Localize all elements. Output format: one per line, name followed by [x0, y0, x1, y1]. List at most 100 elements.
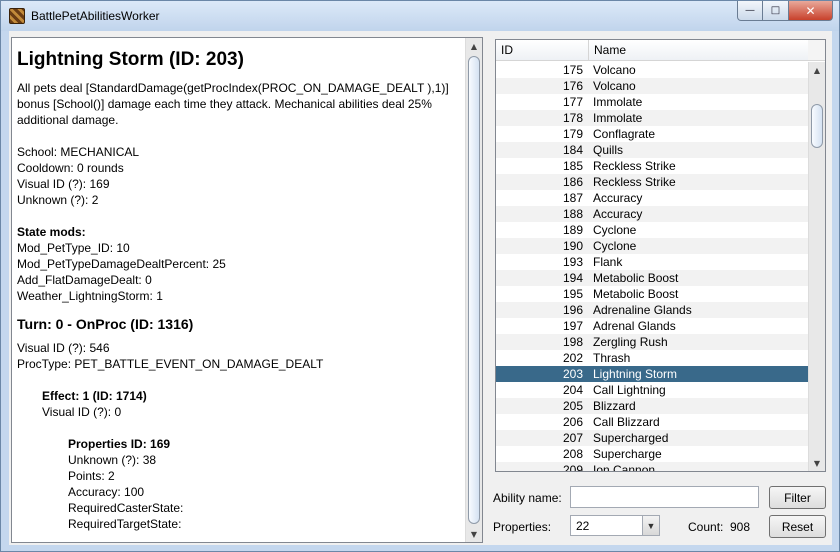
- table-scrollbar[interactable]: ▲ ▼: [808, 62, 825, 471]
- cell-name: Cyclone: [593, 223, 637, 237]
- cell-name: Conflagrate: [593, 127, 656, 141]
- cell-id: 208: [562, 447, 583, 461]
- filter-button[interactable]: Filter: [769, 486, 826, 509]
- property-item: Unknown (?): 38: [68, 453, 157, 467]
- table-row[interactable]: 185 Reckless Strike: [496, 158, 810, 174]
- cell-name: Cyclone: [593, 239, 637, 253]
- cell-id: 185: [562, 159, 583, 173]
- table-row[interactable]: 197 Adrenal Glands: [496, 318, 810, 334]
- cell-name: Ion Cannon: [593, 463, 656, 472]
- effect-heading: Effect: 1 (ID: 1714): [42, 389, 147, 403]
- cell-id: 193: [562, 255, 583, 269]
- table-row[interactable]: 186 Reckless Strike: [496, 174, 810, 190]
- cell-name: Adrenal Glands: [593, 319, 676, 333]
- table-row[interactable]: 188 Accuracy: [496, 206, 810, 222]
- ability-name-label: Ability name:: [493, 491, 562, 505]
- turn-visual-id-text: Visual ID (?): 546: [17, 341, 110, 355]
- table-row[interactable]: 176 Volcano: [496, 78, 810, 94]
- table-row[interactable]: 207 Supercharged: [496, 430, 810, 446]
- table-row[interactable]: 209 Ion Cannon: [496, 462, 810, 472]
- table-row[interactable]: 202 Thrash: [496, 350, 810, 366]
- ability-description-pane[interactable]: Lightning Storm (ID: 203) All pets deal …: [11, 37, 483, 543]
- cell-id: 203: [562, 367, 583, 381]
- cooldown-text: Cooldown: 0 rounds: [17, 161, 124, 175]
- cell-id: 184: [562, 143, 583, 157]
- table-row[interactable]: 189 Cyclone: [496, 222, 810, 238]
- state-mod-item: Weather_LightningStorm: 1: [17, 289, 163, 303]
- ability-summary: All pets deal [StandardDamage(getProcInd…: [17, 80, 465, 128]
- summary-line: additional damage.: [17, 113, 119, 127]
- cell-id: 195: [562, 287, 583, 301]
- cell-name: Reckless Strike: [593, 159, 676, 173]
- school-text: School: MECHANICAL: [17, 145, 140, 159]
- title-bar[interactable]: BattlePetAbilitiesWorker — □ ✕: [1, 1, 839, 31]
- table-row[interactable]: 175 Volcano: [496, 62, 810, 78]
- cell-name: Flank: [593, 255, 623, 269]
- table-row[interactable]: 203 Lightning Storm: [496, 366, 810, 382]
- cell-id: 202: [562, 351, 583, 365]
- scroll-up-icon[interactable]: ▲: [809, 62, 825, 78]
- properties-select[interactable]: 22 ▼: [570, 515, 660, 536]
- cell-name: Thrash: [593, 351, 631, 365]
- table-row[interactable]: 177 Immolate: [496, 94, 810, 110]
- table-row[interactable]: 198 Zergling Rush: [496, 334, 810, 350]
- table-row[interactable]: 208 Supercharge: [496, 446, 810, 462]
- table-row[interactable]: 179 Conflagrate: [496, 126, 810, 142]
- cell-id: 176: [562, 79, 583, 93]
- table-row[interactable]: 178 Immolate: [496, 110, 810, 126]
- client-area: Lightning Storm (ID: 203) All pets deal …: [9, 31, 832, 545]
- close-button[interactable]: ✕: [789, 1, 833, 21]
- minimize-button[interactable]: —: [737, 1, 763, 21]
- cell-id: 196: [562, 303, 583, 317]
- table-row[interactable]: 204 Call Lightning: [496, 382, 810, 398]
- table-row[interactable]: 194 Metabolic Boost: [496, 270, 810, 286]
- cell-name: Supercharged: [593, 431, 669, 445]
- cell-id: 206: [562, 415, 583, 429]
- table-row[interactable]: 190 Cyclone: [496, 238, 810, 254]
- column-header-name[interactable]: Name: [589, 40, 810, 61]
- cell-name: Metabolic Boost: [593, 287, 679, 301]
- properties-label: Properties:: [493, 520, 552, 534]
- cell-id: 188: [562, 207, 583, 221]
- ability-title: Lightning Storm (ID: 203): [17, 49, 244, 70]
- reset-button[interactable]: Reset: [769, 515, 826, 538]
- cell-name: Accuracy: [593, 207, 643, 221]
- table-header-corner: [808, 40, 825, 61]
- table-row[interactable]: 205 Blizzard: [496, 398, 810, 414]
- property-item: Accuracy: 100: [68, 485, 145, 499]
- chevron-down-icon[interactable]: ▼: [642, 516, 659, 535]
- state-mods-heading: State mods:: [17, 225, 86, 239]
- close-icon: ✕: [805, 3, 816, 18]
- cell-name: Immolate: [593, 95, 643, 109]
- cell-id: 209: [562, 463, 583, 472]
- table-row[interactable]: 184 Quills: [496, 142, 810, 158]
- maximize-icon: □: [770, 5, 781, 16]
- maximize-button[interactable]: □: [763, 1, 789, 21]
- property-item: RequiredCasterState:: [68, 501, 184, 515]
- ability-name-input[interactable]: [570, 486, 759, 508]
- table-row[interactable]: 187 Accuracy: [496, 190, 810, 206]
- cell-name: Volcano: [593, 63, 636, 77]
- properties-heading: Properties ID: 169: [68, 437, 171, 451]
- cell-id: 178: [562, 111, 583, 125]
- table-row[interactable]: 196 Adrenaline Glands: [496, 302, 810, 318]
- scroll-down-icon[interactable]: ▼: [466, 526, 482, 542]
- abilities-table[interactable]: ID Name 175 Volcano 176 Volcano 177 Immolate 1…: [495, 39, 826, 472]
- scroll-down-icon[interactable]: ▼: [809, 455, 825, 471]
- description-scrollbar[interactable]: ▲ ▼: [465, 38, 482, 542]
- ability-description: Lightning Storm (ID: 203) All pets deal …: [17, 44, 465, 532]
- turn-heading: Turn: 0 - OnProc (ID: 1316): [17, 316, 194, 332]
- state-mod-item: Mod_PetType_ID: 10: [17, 241, 130, 255]
- table-row[interactable]: 206 Call Blizzard: [496, 414, 810, 430]
- column-header-id[interactable]: ID: [496, 40, 589, 61]
- table-scroll-thumb[interactable]: [811, 104, 823, 148]
- cell-name: Accuracy: [593, 191, 643, 205]
- table-row[interactable]: 193 Flank: [496, 254, 810, 270]
- scroll-up-icon[interactable]: ▲: [466, 38, 482, 54]
- window-title: BattlePetAbilitiesWorker: [31, 9, 160, 23]
- cell-name: Quills: [593, 143, 624, 157]
- description-scroll-thumb[interactable]: [468, 56, 480, 524]
- table-row[interactable]: 195 Metabolic Boost: [496, 286, 810, 302]
- cell-id: 204: [562, 383, 583, 397]
- table-header: ID Name: [496, 40, 810, 61]
